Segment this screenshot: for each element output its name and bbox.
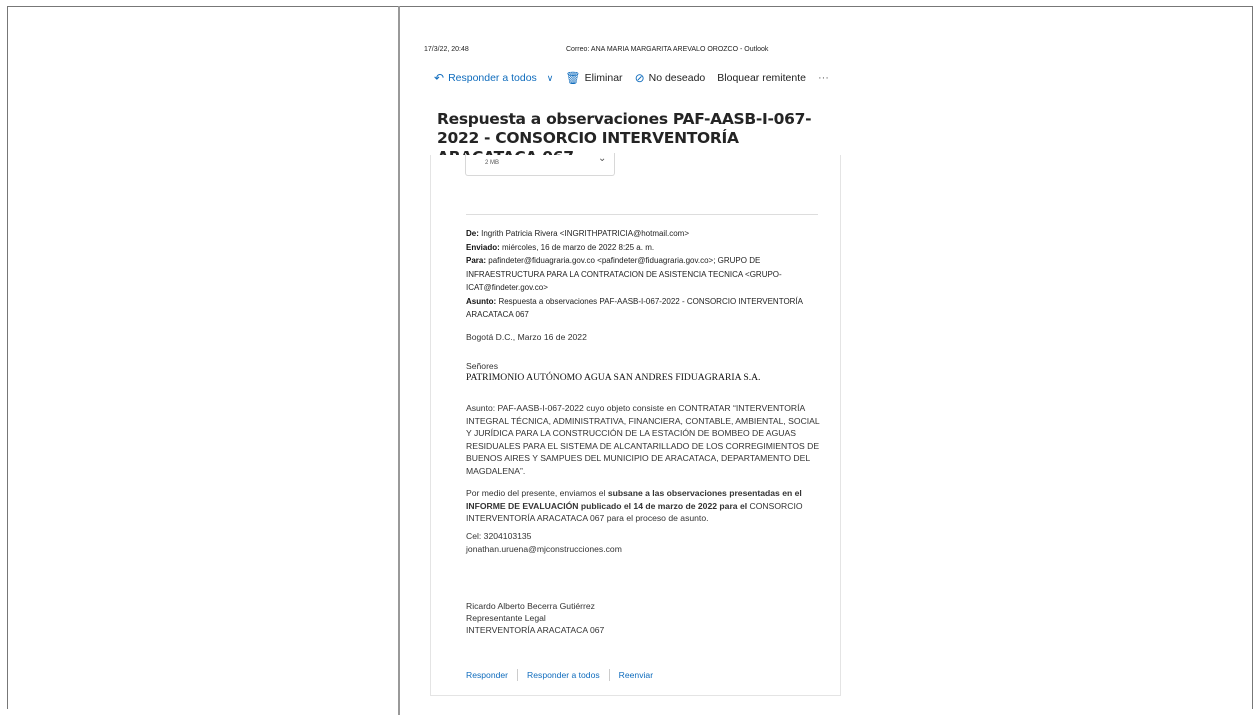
block-icon: ⊘ (634, 71, 645, 85)
delete-button[interactable]: 🗑 Eliminar (565, 71, 622, 85)
sent-line: Enviado: miércoles, 16 de marzo de 2022 … (466, 242, 655, 252)
reply-actions: Responder Responder a todos Reenviar (466, 669, 653, 681)
block-sender-button[interactable]: Bloquear remitente (717, 72, 806, 84)
attachment-card[interactable]: 2 MB ⌄ (465, 153, 615, 176)
junk-label: No deseado (648, 72, 706, 84)
asunto-paragraph: Asunto: PAF-AASB-I-067-2022 cuyo objeto … (466, 403, 820, 476)
forward-link[interactable]: Reenviar (619, 670, 653, 680)
salutation: Señores (466, 361, 499, 371)
toolbar: ↶ Responder a todos ∨ 🗑 Eliminar ⊘ No de… (434, 71, 829, 85)
cel-line: Cel: 3204103135 (466, 531, 532, 541)
more-options-icon[interactable]: ··· (818, 72, 829, 84)
reply-link[interactable]: Responder (466, 670, 508, 680)
block-sender-label: Bloquear remitente (717, 72, 806, 84)
delete-label: Eliminar (584, 72, 623, 84)
signature-org: INTERVENTORÍA ARACATACA 067 (466, 625, 605, 635)
reply-all-button[interactable]: ↶ Responder a todos ∨ (434, 71, 553, 85)
trash-icon: 🗑 (565, 71, 581, 85)
signature-role: Representante Legal (466, 613, 546, 623)
separator (517, 669, 519, 681)
header-separator (466, 214, 818, 215)
attachment-size: 2 MB (485, 160, 500, 166)
place-date: Bogotá D.C., Marzo 16 de 2022 (466, 332, 587, 342)
reply-all-link[interactable]: Responder a todos (527, 670, 600, 680)
page-divider (398, 6, 400, 715)
print-date: 17/3/22, 20:48 (424, 46, 469, 53)
chevron-down-icon[interactable]: ∨ (547, 73, 554, 84)
separator (608, 669, 610, 681)
junk-button[interactable]: ⊘ No deseado (635, 71, 706, 85)
main-paragraph: Por medio del presente, enviamos el subs… (466, 488, 803, 523)
forward-header: De: Ingrith Patricia Rivera <INGRITHPATR… (466, 227, 822, 322)
reply-all-label: Responder a todos (448, 72, 537, 84)
signature-name: Ricardo Alberto Becerra Gutiérrez (466, 601, 595, 611)
reply-all-icon: ↶ (434, 71, 445, 85)
from-line: De: Ingrith Patricia Rivera <INGRITHPATR… (466, 229, 689, 238)
to-line: Para: pafindeter@fiduagraria.gov.co <paf… (466, 256, 782, 292)
chevron-down-icon[interactable]: ⌄ (598, 153, 606, 164)
subject-line: Asunto: Respuesta a observaciones PAF-AA… (466, 296, 803, 320)
window-title: Correo: ANA MARIA MARGARITA AREVALO OROZ… (566, 46, 769, 53)
recipient-org: PATRIMONIO AUTÓNOMO AGUA SAN ANDRES FIDU… (466, 372, 761, 383)
contact-email: jonathan.uruena@mjconstrucciones.com (466, 544, 622, 554)
